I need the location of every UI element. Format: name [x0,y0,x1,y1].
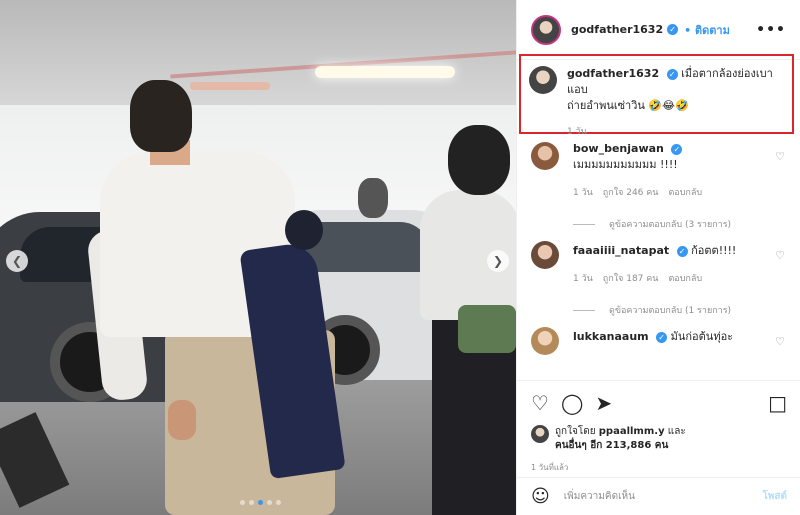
post-actions: ♡ ◯ ➤ □ ถูกใจโดย ppaallmm.y และ คนอื่นๆ … [517,380,800,474]
likes-count[interactable]: คนอื่นๆ อีก 213,886 คน [555,439,686,453]
comment-username[interactable]: bow_benjawan [573,142,664,155]
comment-meta: 1 วัน ถูกใจ 187 คน ตอบกลับ [573,271,787,285]
comment-likes[interactable]: ถูกใจ 246 คน [603,185,659,199]
reply-button[interactable]: ตอบกลับ [668,185,702,199]
action-icons: ♡ ◯ ➤ □ [531,389,787,417]
comment-list: bow_benjawan ✓ เมมมมมมมมมมม !!!! 1 วัน ถ… [517,142,800,365]
author-username[interactable]: godfather1632 [571,23,663,36]
likes-prefix: ถูกใจโดย [555,426,596,437]
heart-icon[interactable]: ♡ [775,249,785,262]
reply-button[interactable]: ตอบกลับ [668,271,702,285]
view-replies-button[interactable]: ดูข้อความตอบกลับ (1 รายการ) [573,303,787,317]
comment-text: ก้อตต!!!! [691,244,737,257]
verified-icon: ✓ [676,245,688,257]
post-button[interactable]: โพสต์ [762,489,787,504]
post-timestamp: 1 วันที่แล้ว [531,463,569,472]
post-sidebar: godfather1632 ✓ • ติดตาม ••• godfather16… [516,0,800,515]
view-replies-label: ดูข้อความตอบกลับ (3 รายการ) [609,220,732,230]
heart-icon[interactable]: ♡ [775,335,785,348]
comment-time: 1 วัน [573,188,593,198]
liker-username[interactable]: ppaallmm.y [599,426,665,437]
caption-time: 1 วัน [567,127,587,137]
emoji-icon[interactable]: ☺ [531,486,550,507]
comment-time: 1 วัน [573,274,593,284]
post-photo[interactable]: ❮ ❯ [0,0,516,515]
replies-divider [573,223,595,225]
held-cap [285,210,323,250]
ceiling-light [315,66,455,78]
comment-text: มันก่อต้นทุ่อะ [670,330,734,343]
share-icon[interactable]: ➤ [595,391,612,415]
likes-and: และ [667,426,686,437]
comment-icon[interactable]: ◯ [561,391,583,415]
comment-item: lukkanaaum ✓ มันก่อต้นทุ่อะ ♡ [517,327,800,355]
prev-arrow-icon[interactable]: ❮ [6,250,28,272]
verified-icon: ✓ [666,68,678,80]
caption-username[interactable]: godfather1632 [567,67,659,80]
carousel-dot [276,500,281,505]
man-right-bag [458,305,516,353]
man-right-head [448,125,510,195]
more-options-icon[interactable]: ••• [756,22,786,38]
commenter-avatar[interactable] [531,327,559,355]
caption-highlight-box: godfather1632 ✓ เมื่อตากล้องย่องเบาแอบ ถ… [519,54,794,137]
caption-text-line2: ถ่ายอำพนเซ่าวิน 🤣😂🤣 [567,99,689,112]
carousel-dot [240,500,245,505]
author-avatar[interactable] [531,14,561,45]
heart-icon[interactable]: ♡ [775,150,785,163]
replies-divider [573,309,595,311]
verified-icon: ✓ [656,331,668,343]
commenter-avatar[interactable] [531,241,559,269]
liker-avatar[interactable] [531,425,549,443]
next-arrow-icon[interactable]: ❯ [487,250,509,272]
carousel-dot [267,500,272,505]
caption-avatar[interactable] [529,66,557,94]
carousel-dot [249,500,254,505]
bookmark-icon[interactable]: □ [768,391,787,415]
add-comment-bar: ☺ เพิ่มความคิดเห็น โพสต์ [517,477,800,515]
background-person [358,178,388,218]
comment-text: เมมมมมมมมมมม !!!! [573,158,678,171]
commenter-avatar[interactable] [531,142,559,170]
comment-username[interactable]: faaaiiii_natapat [573,244,669,257]
likes-summary: ถูกใจโดย ppaallmm.y และ คนอื่นๆ อีก 213,… [531,425,787,453]
verified-icon: ✓ [671,143,683,155]
follow-label: ติดตาม [694,23,730,37]
man-left-head [130,80,192,152]
caption-body: godfather1632 ✓ เมื่อตากล้องย่องเบาแอบ ถ… [567,66,784,137]
instagram-post: ❮ ❯ godfather1632 ✓ • ติดตาม ••• godfath… [0,0,800,515]
comment-input[interactable]: เพิ่มความคิดเห็น [564,489,763,504]
comment-username[interactable]: lukkanaaum [573,330,649,343]
comment-item: bow_benjawan ✓ เมมมมมมมมมมม !!!! 1 วัน ถ… [517,142,800,231]
ceiling-light-2 [190,82,270,90]
comment-meta: 1 วัน ถูกใจ 246 คน ตอบกลับ [573,185,787,199]
follow-button[interactable]: • ติดตาม [684,21,730,39]
man-left-hand [168,400,196,440]
view-replies-label: ดูข้อความตอบกลับ (1 รายการ) [609,306,732,316]
carousel-dot-active [258,500,263,505]
comment-item: faaaiiii_natapat ✓ ก้อตต!!!! 1 วัน ถูกใจ… [517,241,800,317]
view-replies-button[interactable]: ดูข้อความตอบกลับ (3 รายการ) [573,217,787,231]
post-header: godfather1632 ✓ • ติดตาม ••• [517,0,800,60]
comment-likes[interactable]: ถูกใจ 187 คน [603,271,659,285]
verified-icon: ✓ [667,24,679,35]
carousel-dots [240,500,281,505]
like-heart-icon[interactable]: ♡ [531,391,549,415]
